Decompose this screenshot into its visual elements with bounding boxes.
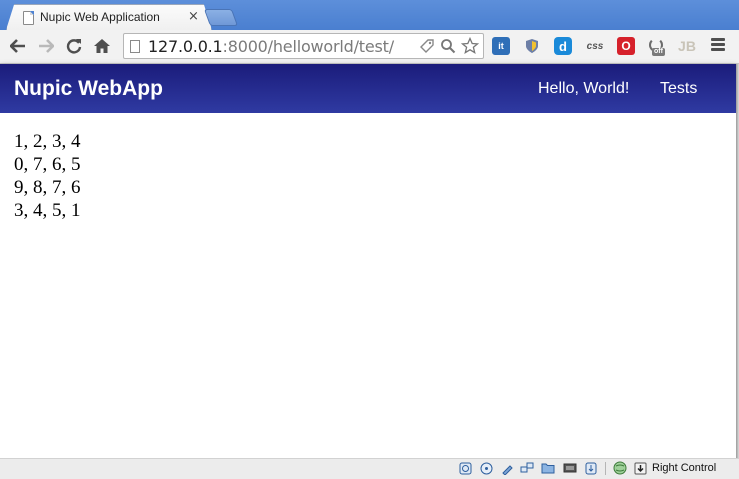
extension-d-icon[interactable]: d — [554, 37, 572, 55]
extension-jb-icon[interactable]: JB — [678, 37, 696, 55]
extension-opera-icon[interactable]: O — [617, 37, 635, 55]
address-bar[interactable]: 127.0.0.1:8000/helloworld/test/ — [123, 33, 484, 59]
globe-icon[interactable] — [613, 461, 627, 475]
reload-icon — [66, 39, 82, 54]
data-row: 1, 2, 3, 4 — [14, 131, 81, 152]
off-badge: off — [652, 48, 665, 56]
zoom-icon[interactable] — [439, 37, 457, 55]
network-icon[interactable] — [520, 461, 534, 475]
tab-close-icon[interactable]: × — [188, 9, 199, 24]
extension-shield-icon[interactable] — [523, 37, 541, 55]
page-icon — [23, 11, 34, 25]
vm-statusbar: Right Control — [0, 458, 739, 479]
brand-link[interactable]: Nupic WebApp — [14, 77, 163, 101]
data-row: 0, 7, 6, 5 — [14, 154, 81, 175]
host-key-label: Right Control — [652, 462, 717, 474]
extension-off-icon[interactable]: off — [648, 37, 666, 56]
tab-title: Nupic Web Application — [40, 10, 160, 24]
extension-it-icon[interactable]: it — [492, 37, 510, 55]
tag-icon[interactable] — [418, 37, 436, 55]
browser-titlebar: Nupic Web Application × — [0, 0, 739, 30]
page-content: 1, 2, 3, 4 0, 7, 6, 5 9, 8, 7, 6 3, 4, 5… — [0, 113, 736, 458]
page-icon — [130, 40, 140, 53]
browser-menu-icon[interactable] — [711, 38, 725, 54]
bookmark-star-icon[interactable] — [461, 37, 479, 55]
back-button[interactable] — [7, 35, 29, 57]
url-port: :8000 — [222, 37, 268, 56]
nav-link-tests[interactable]: Tests — [660, 80, 697, 98]
browser-toolbar: 127.0.0.1:8000/helloworld/test/ it d css… — [0, 30, 739, 64]
forward-button[interactable] — [35, 35, 57, 57]
nav-link-hello-world[interactable]: Hello, World! — [538, 80, 629, 98]
optical-drive-icon[interactable] — [479, 461, 493, 475]
new-tab-button[interactable] — [203, 9, 239, 26]
url-host: 127.0.0.1 — [148, 37, 223, 56]
arrow-left-icon — [10, 39, 25, 53]
data-row: 3, 4, 5, 1 — [14, 200, 81, 221]
data-row: 9, 8, 7, 6 — [14, 177, 81, 198]
hard-disk-icon[interactable] — [458, 461, 472, 475]
url-text[interactable]: 127.0.0.1:8000/helloworld/test/ — [148, 37, 394, 56]
display-icon[interactable] — [563, 461, 577, 475]
download-arrow-icon[interactable] — [633, 461, 647, 475]
arrow-right-icon — [39, 39, 54, 53]
browser-tab-active[interactable]: Nupic Web Application × — [6, 4, 212, 30]
home-button[interactable] — [91, 35, 113, 57]
usb-device-icon[interactable] — [584, 461, 598, 475]
usb-pen-icon[interactable] — [500, 461, 514, 475]
statusbar-separator — [605, 462, 606, 475]
url-path: /helloworld/test/ — [267, 37, 394, 56]
shared-folder-icon[interactable] — [541, 461, 555, 475]
extension-css-icon[interactable]: css — [584, 37, 606, 55]
home-icon — [94, 39, 110, 53]
reload-button[interactable] — [63, 35, 85, 57]
app-navbar: Nupic WebApp Hello, World! Tests — [0, 64, 736, 113]
